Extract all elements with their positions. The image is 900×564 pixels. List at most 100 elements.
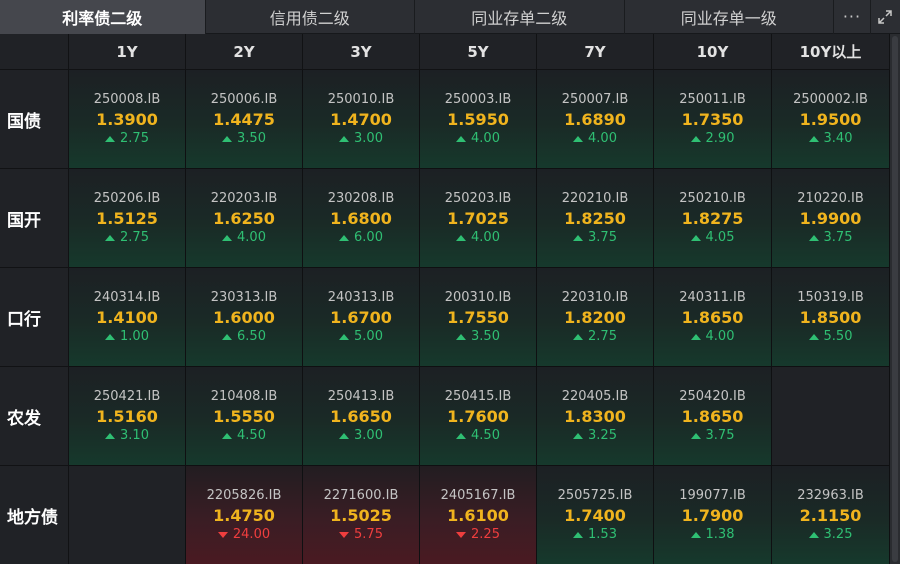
quote-cell[interactable]: 2405167.IB 1.6100 2.25: [420, 466, 537, 564]
expand-icon[interactable]: [869, 0, 900, 34]
quote-cell[interactable]: 250011.IB 1.7350 2.90: [654, 70, 772, 169]
quote-cell[interactable]: 220203.IB 1.6250 4.00: [186, 169, 303, 268]
arrow-up-icon: [808, 135, 819, 142]
change-value: 4.05: [690, 229, 735, 246]
quote-cell[interactable]: 199077.IB 1.7900 1.38: [654, 466, 772, 564]
empty-cell: [772, 367, 890, 466]
quote-cell[interactable]: 250008.IB 1.3900 2.75: [69, 70, 186, 169]
quote-cell[interactable]: 210408.IB 1.5550 4.50: [186, 367, 303, 466]
yield-rate: 1.4100: [96, 308, 158, 327]
change-value: 3.00: [339, 130, 383, 147]
arrow-up-icon: [222, 432, 233, 439]
yield-rate: 1.8300: [564, 407, 626, 426]
arrow-up-icon: [573, 135, 584, 142]
quote-cell[interactable]: 230208.IB 1.6800 6.00: [303, 169, 420, 268]
change-text: 5.00: [354, 329, 383, 344]
quote-cell[interactable]: 220310.IB 1.8200 2.75: [537, 268, 654, 367]
arrow-up-icon: [573, 333, 584, 340]
quote-cell[interactable]: 250006.IB 1.4475 3.50: [186, 70, 303, 169]
tab-rate-bond-secondary[interactable]: 利率债二级: [0, 0, 206, 34]
change-value: 3.50: [222, 130, 266, 147]
bond-code: 150319.IB: [797, 290, 864, 305]
quote-cell[interactable]: 240313.IB 1.6700 5.00: [303, 268, 420, 367]
column-header: 1Y: [69, 34, 186, 70]
arrow-down-icon: [217, 531, 228, 538]
column-header: 3Y: [303, 34, 420, 70]
change-text: 3.75: [823, 230, 853, 245]
bond-code: 220310.IB: [561, 290, 629, 305]
arrow-up-icon: [573, 234, 584, 241]
arrow-up-icon: [456, 333, 467, 340]
quote-cell[interactable]: 250415.IB 1.7600 4.50: [420, 367, 537, 466]
quote-cell[interactable]: 250203.IB 1.7025 4.00: [420, 169, 537, 268]
quote-cell[interactable]: 250007.IB 1.6890 4.00: [537, 70, 654, 169]
change-value: 2.75: [105, 130, 149, 147]
column-header: 2Y: [186, 34, 303, 70]
change-text: 2.75: [588, 329, 617, 344]
quote-cell[interactable]: 250003.IB 1.5950 4.00: [420, 70, 537, 169]
yield-rate: 1.4700: [330, 110, 392, 129]
quote-cell[interactable]: 2500002.IB 1.9500 3.40: [772, 70, 890, 169]
change-text: 3.75: [705, 428, 735, 443]
quote-cell[interactable]: 232963.IB 2.1150 3.25: [772, 466, 890, 564]
quote-cell[interactable]: 250413.IB 1.6650 3.00: [303, 367, 420, 466]
change-text: 3.25: [823, 527, 853, 542]
change-text: 3.25: [588, 428, 617, 443]
tab-ncd-secondary[interactable]: 同业存单二级: [415, 0, 625, 34]
quote-cell[interactable]: 2271600.IB 1.5025 5.75: [303, 466, 420, 564]
bond-code: 250011.IB: [679, 92, 746, 107]
change-text: 1.38: [705, 527, 735, 542]
row-header: 国开: [0, 169, 69, 268]
change-value: 3.25: [573, 427, 617, 444]
quote-cell[interactable]: 210220.IB 1.9900 3.75: [772, 169, 890, 268]
arrow-up-icon: [105, 333, 116, 340]
vertical-scrollbar[interactable]: [890, 34, 900, 564]
yield-rate: 1.6700: [330, 308, 392, 327]
tab-ncd-primary[interactable]: 同业存单一级: [625, 0, 834, 34]
change-value: 4.00: [456, 229, 500, 246]
quote-cell[interactable]: 250206.IB 1.5125 2.75: [69, 169, 186, 268]
scrollbar-thumb[interactable]: [892, 36, 898, 562]
change-text: 4.05: [705, 230, 735, 245]
bond-code: 250006.IB: [210, 92, 278, 107]
arrow-up-icon: [339, 135, 350, 142]
quote-cell[interactable]: 2505725.IB 1.7400 1.53: [537, 466, 654, 564]
arrow-down-icon: [339, 531, 350, 538]
bond-code: 2505725.IB: [557, 488, 633, 503]
quote-cell[interactable]: 2205826.IB 1.4750 24.00: [186, 466, 303, 564]
quote-cell[interactable]: 250420.IB 1.8650 3.75: [654, 367, 772, 466]
bond-code: 2205826.IB: [206, 488, 282, 503]
bond-code: 250413.IB: [327, 389, 395, 404]
bond-code: 230208.IB: [327, 191, 395, 206]
yield-rate: 1.8500: [799, 308, 862, 327]
quote-cell[interactable]: 150319.IB 1.8500 5.50: [772, 268, 890, 367]
column-header: 5Y: [420, 34, 537, 70]
yield-rate: 1.3900: [96, 110, 158, 129]
bond-code: 2500002.IB: [793, 92, 868, 107]
change-text: 1.53: [588, 527, 617, 542]
quote-cell[interactable]: 200310.IB 1.7550 3.50: [420, 268, 537, 367]
quote-cell[interactable]: 250421.IB 1.5160 3.10: [69, 367, 186, 466]
column-header: 10Y以上: [772, 34, 890, 70]
quote-cell[interactable]: 220405.IB 1.8300 3.25: [537, 367, 654, 466]
more-dots-icon[interactable]: ···: [834, 0, 870, 34]
tab-credit-bond-secondary[interactable]: 信用债二级: [206, 0, 416, 34]
change-value: 3.75: [690, 427, 735, 444]
quote-cell[interactable]: 230313.IB 1.6000 6.50: [186, 268, 303, 367]
quote-cell[interactable]: 240314.IB 1.4100 1.00: [69, 268, 186, 367]
arrow-up-icon: [808, 333, 819, 340]
quote-cell[interactable]: 220210.IB 1.8250 3.75: [537, 169, 654, 268]
bond-code: 250008.IB: [93, 92, 161, 107]
yield-rate: 1.5950: [447, 110, 509, 129]
arrow-up-icon: [222, 333, 233, 340]
quote-cell[interactable]: 250010.IB 1.4700 3.00: [303, 70, 420, 169]
change-text: 5.75: [354, 527, 383, 542]
arrow-up-icon: [690, 234, 701, 241]
change-value: 3.00: [339, 427, 383, 444]
change-text: 1.00: [120, 329, 149, 344]
bond-code: 250415.IB: [444, 389, 512, 404]
quote-cell[interactable]: 240311.IB 1.8650 4.00: [654, 268, 772, 367]
change-text: 2.75: [120, 230, 149, 245]
arrow-up-icon: [456, 135, 467, 142]
quote-cell[interactable]: 250210.IB 1.8275 4.05: [654, 169, 772, 268]
